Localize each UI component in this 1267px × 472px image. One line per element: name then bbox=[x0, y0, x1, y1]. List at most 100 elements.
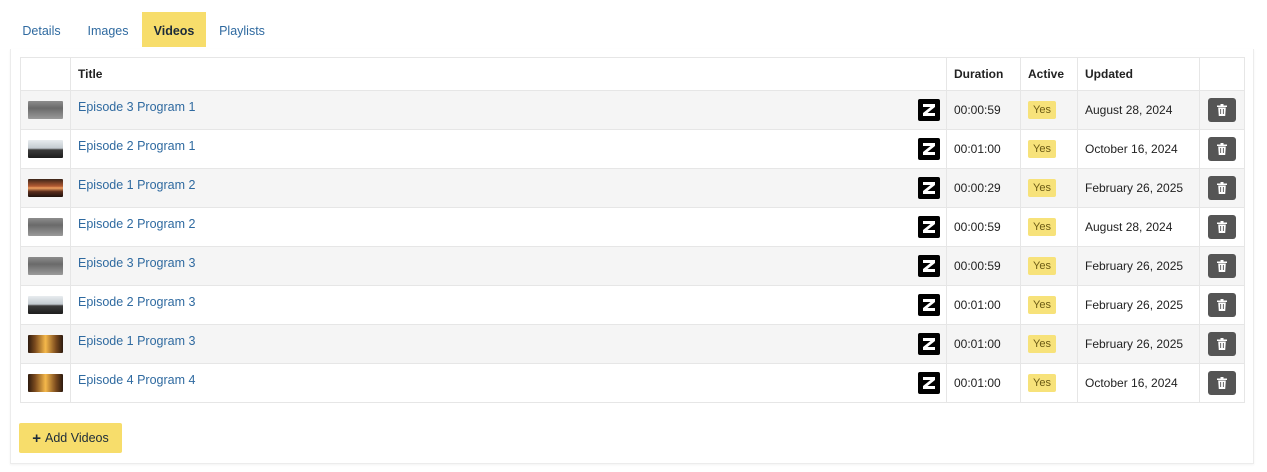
duration-cell: 00:00:59 bbox=[946, 90, 1021, 130]
actions-cell bbox=[1199, 246, 1245, 286]
delete-button[interactable] bbox=[1208, 176, 1236, 200]
video-thumbnail[interactable] bbox=[28, 257, 63, 275]
videos-panel: Title Duration Active Updated Episode 3 … bbox=[10, 49, 1254, 464]
video-thumbnail[interactable] bbox=[28, 374, 63, 392]
video-title-link[interactable]: Episode 3 Program 1 bbox=[78, 100, 195, 114]
video-title-link[interactable]: Episode 3 Program 3 bbox=[78, 256, 195, 270]
thumbnail-cell bbox=[20, 324, 71, 364]
table-row[interactable]: Episode 2 Program 3 00:01:00 Yes Februar… bbox=[20, 285, 1245, 325]
duration-cell: 00:01:00 bbox=[946, 363, 1021, 403]
active-header[interactable]: Active bbox=[1020, 57, 1078, 91]
table-row[interactable]: Episode 1 Program 2 00:00:29 Yes Februar… bbox=[20, 168, 1245, 208]
video-title-link[interactable]: Episode 4 Program 4 bbox=[78, 373, 195, 387]
duration-cell: 00:01:00 bbox=[946, 324, 1021, 364]
video-thumbnail[interactable] bbox=[28, 296, 63, 314]
active-status-badge: Yes bbox=[1028, 296, 1056, 314]
title-cell: Episode 2 Program 2 bbox=[70, 207, 947, 247]
tab-videos[interactable]: Videos bbox=[142, 12, 206, 47]
duration-cell: 00:01:00 bbox=[946, 285, 1021, 325]
delete-button[interactable] bbox=[1208, 215, 1236, 239]
thumbnail-cell bbox=[20, 285, 71, 325]
table-row[interactable]: Episode 2 Program 1 00:01:00 Yes October… bbox=[20, 129, 1245, 169]
table-row[interactable]: Episode 3 Program 1 00:00:59 Yes August … bbox=[20, 90, 1245, 130]
thumbnail-cell bbox=[20, 363, 71, 403]
title-cell: Episode 1 Program 2 bbox=[70, 168, 947, 208]
active-cell: Yes bbox=[1020, 207, 1078, 247]
tab-images[interactable]: Images bbox=[78, 12, 138, 47]
active-status-badge: Yes bbox=[1028, 218, 1056, 236]
table-header-row: Title Duration Active Updated bbox=[20, 57, 1245, 91]
updated-cell: February 26, 2025 bbox=[1077, 246, 1200, 286]
thumbnail-cell bbox=[20, 207, 71, 247]
table-row[interactable]: Episode 4 Program 4 00:01:00 Yes October… bbox=[20, 363, 1245, 403]
video-thumbnail[interactable] bbox=[28, 101, 63, 119]
z-logo-icon bbox=[918, 216, 940, 238]
duration-cell: 00:00:59 bbox=[946, 207, 1021, 247]
active-cell: Yes bbox=[1020, 246, 1078, 286]
add-videos-button[interactable]: + Add Videos bbox=[19, 423, 122, 453]
video-title-link[interactable]: Episode 2 Program 2 bbox=[78, 217, 195, 231]
thumbnail-cell bbox=[20, 90, 71, 130]
updated-cell: October 16, 2024 bbox=[1077, 363, 1200, 403]
actions-cell bbox=[1199, 363, 1245, 403]
thumbnail-cell bbox=[20, 168, 71, 208]
thumbnail-cell bbox=[20, 246, 71, 286]
delete-button[interactable] bbox=[1208, 293, 1236, 317]
tab-bar: Details Images Videos Playlists bbox=[10, 12, 1252, 51]
active-status-badge: Yes bbox=[1028, 257, 1056, 275]
title-cell: Episode 2 Program 3 bbox=[70, 285, 947, 325]
video-title-link[interactable]: Episode 1 Program 3 bbox=[78, 334, 195, 348]
title-cell: Episode 3 Program 1 bbox=[70, 90, 947, 130]
actions-cell bbox=[1199, 90, 1245, 130]
title-cell: Episode 2 Program 1 bbox=[70, 129, 947, 169]
active-cell: Yes bbox=[1020, 363, 1078, 403]
trash-icon bbox=[1217, 299, 1227, 311]
updated-cell: August 28, 2024 bbox=[1077, 207, 1200, 247]
video-thumbnail[interactable] bbox=[28, 335, 63, 353]
tab-details[interactable]: Details bbox=[10, 12, 73, 47]
z-logo-icon bbox=[918, 294, 940, 316]
active-status-badge: Yes bbox=[1028, 335, 1056, 353]
delete-button[interactable] bbox=[1208, 137, 1236, 161]
trash-icon bbox=[1217, 377, 1227, 389]
video-thumbnail[interactable] bbox=[28, 179, 63, 197]
video-thumbnail[interactable] bbox=[28, 218, 63, 236]
delete-button[interactable] bbox=[1208, 332, 1236, 356]
active-status-badge: Yes bbox=[1028, 374, 1056, 392]
videos-table: Title Duration Active Updated Episode 3 … bbox=[20, 57, 1245, 403]
active-cell: Yes bbox=[1020, 324, 1078, 364]
z-logo-icon bbox=[918, 372, 940, 394]
updated-cell: October 16, 2024 bbox=[1077, 129, 1200, 169]
duration-cell: 00:01:00 bbox=[946, 129, 1021, 169]
add-videos-label: Add Videos bbox=[45, 431, 109, 445]
z-logo-icon bbox=[918, 138, 940, 160]
video-title-link[interactable]: Episode 2 Program 1 bbox=[78, 139, 195, 153]
table-row[interactable]: Episode 2 Program 2 00:00:59 Yes August … bbox=[20, 207, 1245, 247]
updated-cell: February 26, 2025 bbox=[1077, 324, 1200, 364]
thumbnail-cell bbox=[20, 129, 71, 169]
actions-cell bbox=[1199, 285, 1245, 325]
updated-header[interactable]: Updated bbox=[1077, 57, 1200, 91]
delete-button[interactable] bbox=[1208, 371, 1236, 395]
delete-button[interactable] bbox=[1208, 254, 1236, 278]
actions-cell bbox=[1199, 207, 1245, 247]
table-row[interactable]: Episode 1 Program 3 00:01:00 Yes Februar… bbox=[20, 324, 1245, 364]
active-cell: Yes bbox=[1020, 168, 1078, 208]
table-row[interactable]: Episode 3 Program 3 00:00:59 Yes Februar… bbox=[20, 246, 1245, 286]
video-title-link[interactable]: Episode 2 Program 3 bbox=[78, 295, 195, 309]
z-logo-icon bbox=[918, 177, 940, 199]
title-header[interactable]: Title bbox=[70, 57, 947, 91]
updated-cell: February 26, 2025 bbox=[1077, 168, 1200, 208]
delete-button[interactable] bbox=[1208, 98, 1236, 122]
trash-icon bbox=[1217, 338, 1227, 350]
z-logo-icon bbox=[918, 333, 940, 355]
trash-icon bbox=[1217, 143, 1227, 155]
duration-header[interactable]: Duration bbox=[946, 57, 1021, 91]
title-cell: Episode 4 Program 4 bbox=[70, 363, 947, 403]
video-title-link[interactable]: Episode 1 Program 2 bbox=[78, 178, 195, 192]
actions-cell bbox=[1199, 324, 1245, 364]
video-thumbnail[interactable] bbox=[28, 140, 63, 158]
trash-icon bbox=[1217, 260, 1227, 272]
tab-playlists[interactable]: Playlists bbox=[210, 12, 274, 47]
trash-icon bbox=[1217, 221, 1227, 233]
